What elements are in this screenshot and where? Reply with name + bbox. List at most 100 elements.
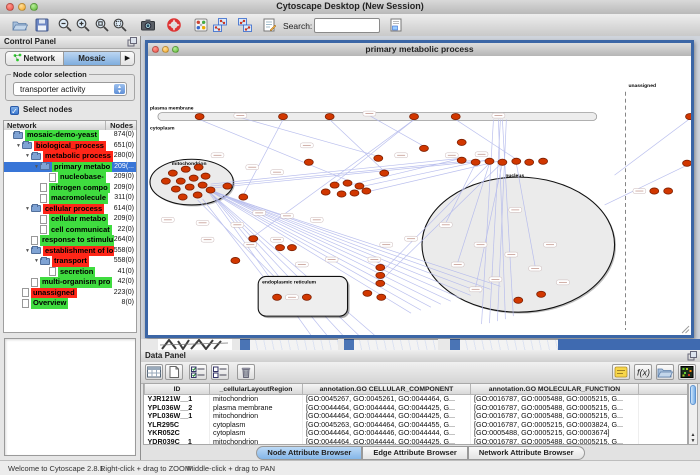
table-cell[interactable]: mitochondrion	[210, 438, 303, 445]
table-cell[interactable]: [GO:0016787, GO:0005488, GO:0005215, G..…	[471, 438, 639, 445]
tab-edge-attribute-browser[interactable]: Edge Attribute Browser	[362, 446, 467, 460]
table-cell[interactable]: plasma membrane	[210, 404, 303, 413]
table-cell[interactable]	[639, 438, 689, 445]
tree-row[interactable]: Overview8(0)	[4, 298, 136, 309]
expand-triangle[interactable]: ▼	[33, 162, 40, 173]
tree-row[interactable]: ▼primary metabo209(...	[4, 162, 136, 173]
tree-row[interactable]: nucleobase-209(0)	[4, 172, 136, 183]
dropdown-stepper-icon[interactable]: ▲▼	[114, 84, 125, 94]
help-icon[interactable]	[166, 17, 182, 33]
table-cell[interactable]: [GO:0016787, GO:0005488, GO:0005215, G..…	[471, 395, 639, 404]
table-cell[interactable]	[639, 395, 689, 404]
new-attribute-icon[interactable]	[165, 364, 183, 380]
attribute-icon[interactable]	[388, 17, 404, 33]
import-icon[interactable]	[656, 364, 674, 380]
tree-row[interactable]: ▼transport558(0)	[4, 256, 136, 267]
table-cell[interactable]	[639, 429, 689, 438]
network-window-titlebar[interactable]: primary metabolic process	[148, 43, 691, 57]
zoom-in-icon[interactable]	[75, 17, 91, 33]
float-panel-icon[interactable]	[127, 37, 137, 47]
table-cell[interactable]: YKR052C	[145, 429, 210, 438]
table-row[interactable]: YPL036W__2plasma membrane[GO:0044464, GO…	[145, 404, 689, 413]
background-window-sliver[interactable]	[354, 339, 438, 350]
table-cell[interactable]: [GO:0016787, GO:0005488, GO:0005215, G..…	[471, 404, 639, 413]
background-window-edge[interactable]	[240, 339, 250, 350]
expand-triangle[interactable]: ▼	[24, 204, 31, 215]
table-scrollbar[interactable]: ▲▼	[688, 383, 698, 445]
tree-row[interactable]: response to stimulu264(0)	[4, 235, 136, 246]
background-window-sliver[interactable]	[460, 339, 558, 350]
network-overlay-icon-2[interactable]	[237, 17, 253, 33]
expand-triangle[interactable]: ▼	[33, 256, 40, 267]
table-cell[interactable]	[639, 404, 689, 413]
node-color-dropdown[interactable]: transporter activity ▲▼	[13, 82, 127, 96]
table-cell[interactable]: [GO:0044464, GO:0044444, GO:0044425, G..…	[303, 412, 471, 421]
tree-row[interactable]: unassigned223(0)	[4, 288, 136, 299]
table-row[interactable]: YDR039C__1mitochondrion[GO:0044464, GO:0…	[145, 438, 689, 445]
table-cell[interactable]: YJR121W__1	[145, 395, 210, 404]
delete-attribute-icon[interactable]	[237, 364, 255, 380]
table-cell[interactable]: [GO:0016787, GO:0005215, GO:0003824, G..…	[471, 421, 639, 430]
background-window-frame[interactable]	[558, 339, 700, 350]
zoom-out-icon[interactable]	[57, 17, 73, 33]
expand-triangle[interactable]: ▼	[15, 141, 22, 152]
table-column-header[interactable]: annotation.GO MOLECULAR_FUNCTION	[471, 384, 639, 395]
table-cell[interactable]: [GO:0045267, GO:0045261, GO:0044464, G..…	[303, 395, 471, 404]
table-cell[interactable]: [GO:0045263, GO:0044464, GO:0044455, G..…	[303, 421, 471, 430]
scrollbar-arrows[interactable]: ▲▼	[689, 432, 697, 444]
formula-icon[interactable]: f(x)	[634, 364, 652, 380]
float-panel-icon[interactable]	[687, 351, 697, 361]
table-cell[interactable]: YPL036W__2	[145, 404, 210, 413]
table-row[interactable]: YKR052Ccytoplasm[GO:0044464, GO:0044446,…	[145, 429, 689, 438]
tree-row[interactable]: ▼establishment of lo558(0)	[4, 246, 136, 257]
save-icon[interactable]	[34, 17, 50, 33]
scrollbar-thumb[interactable]	[690, 385, 696, 405]
tab-network[interactable]: Network	[6, 52, 64, 65]
open-icon[interactable]	[12, 17, 28, 33]
grid-icon[interactable]	[145, 364, 163, 380]
expand-triangle[interactable]: ▼	[24, 151, 31, 162]
table-cell[interactable]: [GO:0044464, GO:0044444, GO:0044425, G..…	[303, 438, 471, 445]
tree-row[interactable]: macromolecule311(0)	[4, 193, 136, 204]
table-cell[interactable]: cytoplasm	[210, 429, 303, 438]
tree-row[interactable]: nitrogen compo209(0)	[4, 183, 136, 194]
resize-grip-icon[interactable]	[682, 326, 689, 333]
search-input[interactable]	[314, 18, 380, 33]
attribute-table[interactable]: ID_cellularLayoutRegionannotation.GO CEL…	[143, 383, 688, 445]
table-cell[interactable]	[639, 421, 689, 430]
table-cell[interactable]: YDR039C__1	[145, 438, 210, 445]
tab-mosaic[interactable]: Mosaic	[64, 52, 122, 65]
background-network-sketch[interactable]	[158, 339, 232, 350]
select-attributes-icon[interactable]	[189, 364, 207, 380]
tree-row[interactable]: secretion41(0)	[4, 267, 136, 278]
table-column-header[interactable]	[639, 384, 689, 395]
table-row[interactable]: YJR121W__1mitochondrion[GO:0045267, GO:0…	[145, 395, 689, 404]
table-column-header[interactable]: annotation.GO CELLULAR_COMPONENT	[303, 384, 471, 395]
table-cell[interactable]: cytoplasm	[210, 421, 303, 430]
tree-row[interactable]: cellular metabo209(0)	[4, 214, 136, 225]
matrix-icon[interactable]	[678, 364, 696, 380]
table-column-header[interactable]: _cellularLayoutRegion	[210, 384, 303, 395]
table-row[interactable]: YLR295Ccytoplasm[GO:0045263, GO:0044464,…	[145, 421, 689, 430]
tab-network-attribute-browser[interactable]: Network Attribute Browser	[468, 446, 585, 460]
tree-row[interactable]: multi-organism pro42(0)	[4, 277, 136, 288]
background-window-edge[interactable]	[344, 339, 354, 350]
annotation-icon[interactable]	[261, 17, 277, 33]
table-cell[interactable]: YLR295C	[145, 421, 210, 430]
zoom-fit-icon[interactable]	[112, 17, 128, 33]
table-cell[interactable]: YPL036W__1	[145, 412, 210, 421]
background-window-edge[interactable]	[450, 339, 460, 350]
table-cell[interactable]	[639, 412, 689, 421]
tabs-overflow-button[interactable]: ▶	[121, 52, 134, 65]
label-icon[interactable]	[612, 364, 630, 380]
tree-row[interactable]: ▼cellular process614(0)	[4, 204, 136, 215]
network-overlay-icon[interactable]	[212, 17, 228, 33]
network-canvas[interactable]: plasma membranecytoplasmmitochondrionnuc…	[148, 56, 691, 335]
birdseye-view[interactable]	[4, 338, 136, 456]
zoom-selected-icon[interactable]	[94, 17, 110, 33]
tree-row[interactable]: cell communicat22(0)	[4, 225, 136, 236]
unselect-attributes-icon[interactable]	[211, 364, 229, 380]
table-row[interactable]: YPL036W__1mitochondrion[GO:0044464, GO:0…	[145, 412, 689, 421]
background-window-sliver[interactable]	[250, 339, 338, 350]
snapshot-icon[interactable]	[140, 17, 156, 33]
